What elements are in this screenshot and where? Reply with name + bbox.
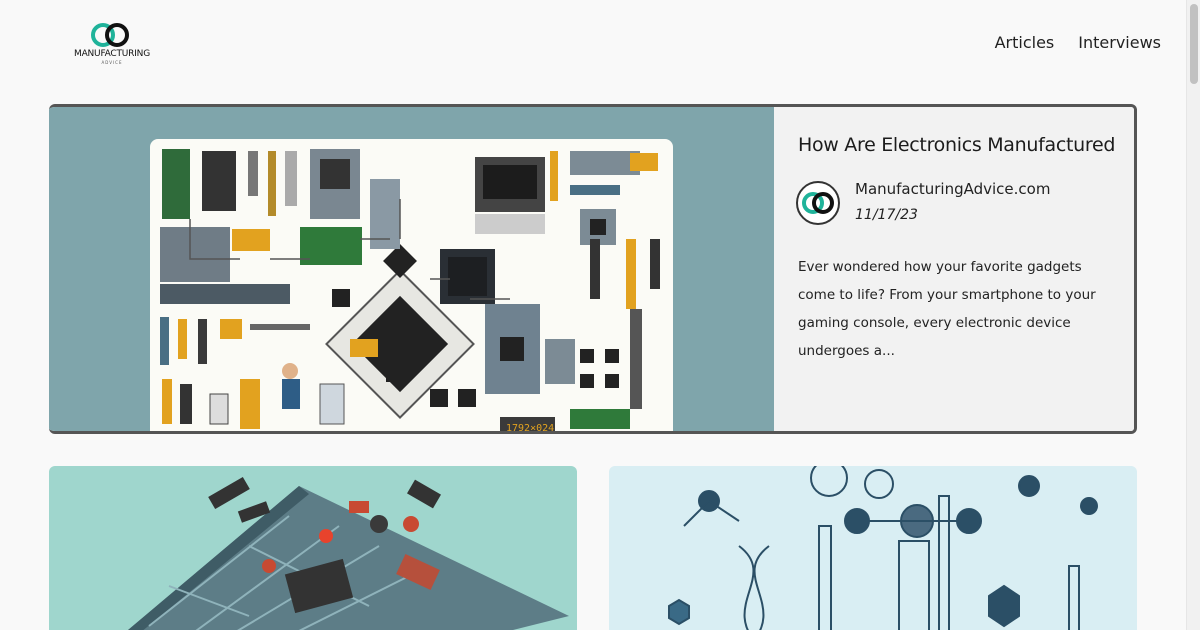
site-header: MANUFACTURING ADVICE Articles Interviews xyxy=(0,0,1186,90)
logo-mark-icon xyxy=(91,23,129,47)
featured-article-body: How Are Electronics Manufactured Manufac… xyxy=(774,107,1134,431)
author-avatar[interactable] xyxy=(796,181,840,225)
site-logo[interactable]: MANUFACTURING ADVICE xyxy=(72,22,152,66)
logo-subtext: ADVICE xyxy=(101,60,123,65)
circuit-board-image xyxy=(128,476,569,630)
article-card-science[interactable] xyxy=(609,466,1137,630)
electronics-illustration: 1792×024 xyxy=(150,139,673,434)
illustration-caption: 1792×024 xyxy=(506,423,554,434)
main-nav: Articles Interviews xyxy=(995,33,1161,52)
featured-article-title[interactable]: How Are Electronics Manufactured xyxy=(798,134,1118,156)
nav-articles[interactable]: Articles xyxy=(995,33,1055,52)
article-card-pcb[interactable] xyxy=(49,466,577,630)
featured-article-card[interactable]: 1792×024 How Are Electronics Manufacture… xyxy=(49,104,1137,434)
author-name[interactable]: ManufacturingAdvice.com xyxy=(855,180,1050,198)
logo-text: MANUFACTURING xyxy=(74,49,150,59)
featured-article-image[interactable]: 1792×024 xyxy=(49,107,774,434)
electronics-illustration-graphic: 1792×024 xyxy=(160,149,660,434)
author-avatar-icon xyxy=(802,192,834,214)
publish-date: 11/17/23 xyxy=(855,207,918,223)
page-scrollbar[interactable] xyxy=(1186,0,1200,630)
scrollbar-thumb[interactable] xyxy=(1190,4,1198,84)
featured-article-excerpt: Ever wondered how your favorite gadgets … xyxy=(798,259,1096,359)
science-illustration-image xyxy=(668,466,1098,630)
nav-interviews[interactable]: Interviews xyxy=(1078,33,1161,52)
